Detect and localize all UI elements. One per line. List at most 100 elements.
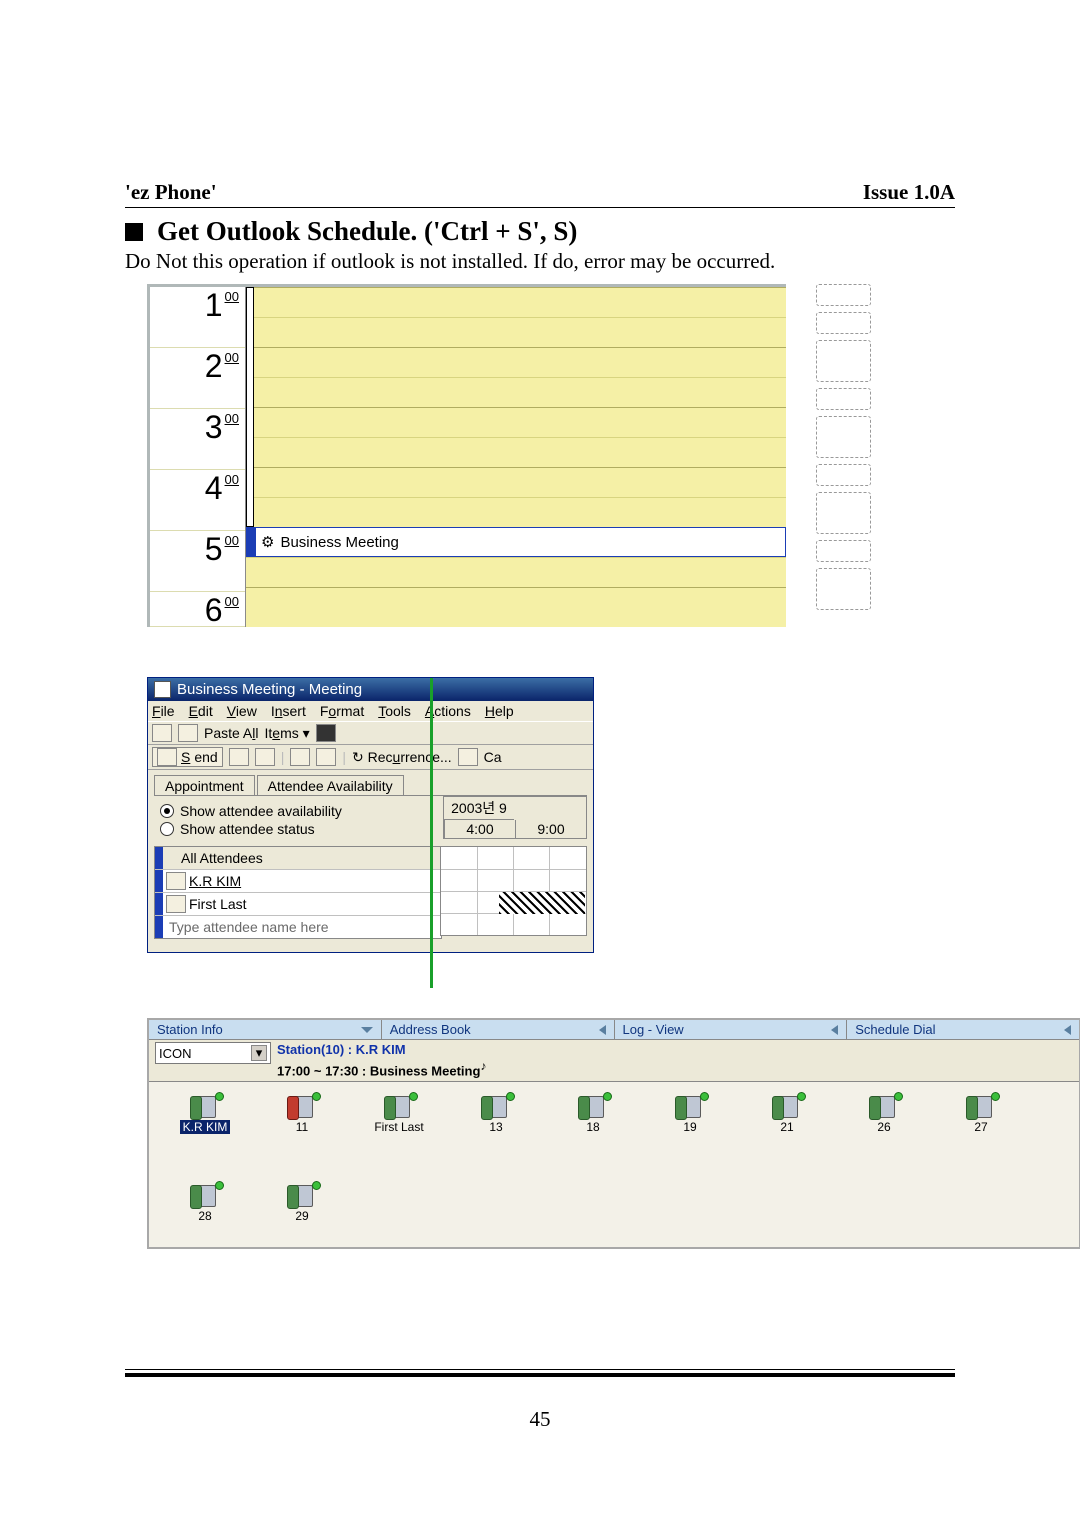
- envelope-icon: [157, 748, 177, 766]
- radio-icon: [160, 822, 174, 836]
- attendees-header: All Attendees: [163, 850, 263, 866]
- book-icon[interactable]: [290, 748, 310, 766]
- phone-icon: [869, 1090, 899, 1120]
- meeting-icon: ⚙: [261, 533, 274, 551]
- phone-icon: [287, 1179, 317, 1209]
- square-bullet-icon: [125, 223, 143, 241]
- attendee-name: First Last: [189, 896, 247, 912]
- time-header: 2003년 9 4:00 9:00: [443, 796, 587, 839]
- menu-help[interactable]: Help: [485, 703, 514, 719]
- window-icon: [154, 681, 171, 698]
- station-label: 26: [877, 1120, 890, 1134]
- station-label: 28: [198, 1209, 211, 1223]
- page-number: 45: [125, 1407, 955, 1432]
- phone-icon: [675, 1090, 705, 1120]
- delete-icon[interactable]: [316, 724, 336, 742]
- view-mode-select[interactable]: ICON ▾: [155, 1042, 271, 1064]
- station-icon[interactable]: K.R KIM: [179, 1090, 231, 1134]
- chevron-down-icon: [361, 1027, 373, 1033]
- calendar-ruler: 100 200 300 400 500 600: [150, 287, 246, 627]
- station-label: 19: [683, 1120, 696, 1134]
- station-label: 18: [586, 1120, 599, 1134]
- attach-icon[interactable]: [255, 748, 275, 766]
- station-icon[interactable]: 29: [276, 1179, 328, 1223]
- menu-bar[interactable]: File Edit View Insert Format Tools Actio…: [148, 701, 593, 721]
- paste-all-button[interactable]: Paste All: [204, 725, 259, 741]
- station-icon[interactable]: 21: [761, 1090, 813, 1134]
- attendee-name: K.R KIM: [189, 873, 241, 889]
- phone-icon: [578, 1090, 608, 1120]
- phone-icon: [772, 1090, 802, 1120]
- menu-insert[interactable]: Insert: [271, 703, 306, 719]
- tab-schedule-dial[interactable]: Schedule Dial: [847, 1020, 1079, 1039]
- station-info-line: Station(10) : K.R KIM: [277, 1042, 486, 1058]
- recurrence-button[interactable]: ↻ Recurrence...: [352, 749, 452, 766]
- radio-availability-label: Show attendee availability: [180, 803, 342, 819]
- tab-log-view[interactable]: Log - View: [615, 1020, 848, 1039]
- station-icon[interactable]: 18: [567, 1090, 619, 1134]
- calendar-body[interactable]: ⚙ Business Meeting: [246, 287, 786, 627]
- menu-edit[interactable]: Edit: [189, 703, 213, 719]
- menu-view[interactable]: View: [227, 703, 257, 719]
- calendar-appointment[interactable]: ⚙ Business Meeting: [246, 527, 786, 557]
- phone-icon: [287, 1090, 317, 1120]
- chevron-left-icon: [1064, 1025, 1071, 1035]
- check-icon[interactable]: [316, 748, 336, 766]
- outlook-meeting-window: Business Meeting - Meeting File Edit Vie…: [147, 677, 594, 953]
- radio-status-label: Show attendee status: [180, 821, 315, 837]
- print-icon[interactable]: [229, 748, 249, 766]
- menu-file[interactable]: File: [152, 703, 175, 719]
- busy-block: [499, 891, 585, 914]
- view-mode-value: ICON: [159, 1046, 192, 1061]
- menu-format[interactable]: Format: [320, 703, 364, 719]
- items-button[interactable]: Items ▾: [265, 725, 310, 742]
- radio-icon: [160, 804, 174, 818]
- send-button[interactable]: Send: [152, 747, 223, 767]
- station-icon[interactable]: 11: [276, 1090, 328, 1134]
- chevron-left-icon: [831, 1025, 838, 1035]
- phone-icon: [190, 1090, 220, 1120]
- station-label: 27: [974, 1120, 987, 1134]
- station-label: 13: [489, 1120, 502, 1134]
- section-heading: Get Outlook Schedule. ('Ctrl + S', S): [125, 216, 955, 247]
- attendee-icon: [166, 872, 186, 890]
- attendee-icon: [166, 895, 186, 913]
- phone-icon: [190, 1179, 220, 1209]
- chevron-left-icon: [599, 1025, 606, 1035]
- station-label: 21: [780, 1120, 793, 1134]
- calendar-appointment-label: Business Meeting: [280, 534, 398, 551]
- station-label: First Last: [374, 1120, 423, 1134]
- copy-icon[interactable]: [152, 724, 172, 742]
- tab-attendee-availability[interactable]: Attendee Availability: [257, 775, 404, 796]
- availability-grid[interactable]: [440, 846, 587, 936]
- station-icon[interactable]: 27: [955, 1090, 1007, 1134]
- ezphone-panel: Station Info Address Book Log - View Sch…: [147, 1018, 1080, 1249]
- phone-icon: [966, 1090, 996, 1120]
- station-icon[interactable]: First Last: [373, 1090, 425, 1134]
- station-schedule-line: 17:00 ~ 17:30 : Business Meeting♪: [277, 1058, 486, 1079]
- station-icon[interactable]: 28: [179, 1179, 231, 1223]
- station-icon[interactable]: 13: [470, 1090, 522, 1134]
- tab-station-info[interactable]: Station Info: [149, 1020, 382, 1039]
- section-body: Do Not this operation if outlook is not …: [125, 249, 955, 274]
- current-time-line: [430, 678, 433, 988]
- tab-appointment[interactable]: Appointment: [154, 775, 255, 796]
- attendee-placeholder[interactable]: Type attendee name here: [163, 919, 329, 935]
- ca-label: Ca: [484, 749, 502, 765]
- attendee-table: All Attendees K.R KIM First Last Type at…: [154, 846, 442, 939]
- station-icon[interactable]: 26: [858, 1090, 910, 1134]
- phone-icon: [384, 1090, 414, 1120]
- time-cell-1: 4:00: [444, 820, 515, 838]
- cancel-invitation-icon[interactable]: [458, 748, 478, 766]
- station-icon-grid: K.R KIM 11 First Last 13 18 19 21 26 27 28 29: [149, 1081, 1079, 1247]
- calendar-free-bar: [246, 287, 254, 527]
- doc-title-left: 'ez Phone': [125, 180, 217, 205]
- window-title: Business Meeting - Meeting: [177, 681, 362, 698]
- time-date-cell: 2003년 9: [444, 797, 514, 820]
- menu-tools[interactable]: Tools: [378, 703, 411, 719]
- station-icon[interactable]: 19: [664, 1090, 716, 1134]
- time-cell-2: 9:00: [515, 820, 586, 838]
- clipboard-icon[interactable]: [178, 724, 198, 742]
- tab-address-book[interactable]: Address Book: [382, 1020, 615, 1039]
- section-heading-text: Get Outlook Schedule. ('Ctrl + S', S): [157, 216, 577, 247]
